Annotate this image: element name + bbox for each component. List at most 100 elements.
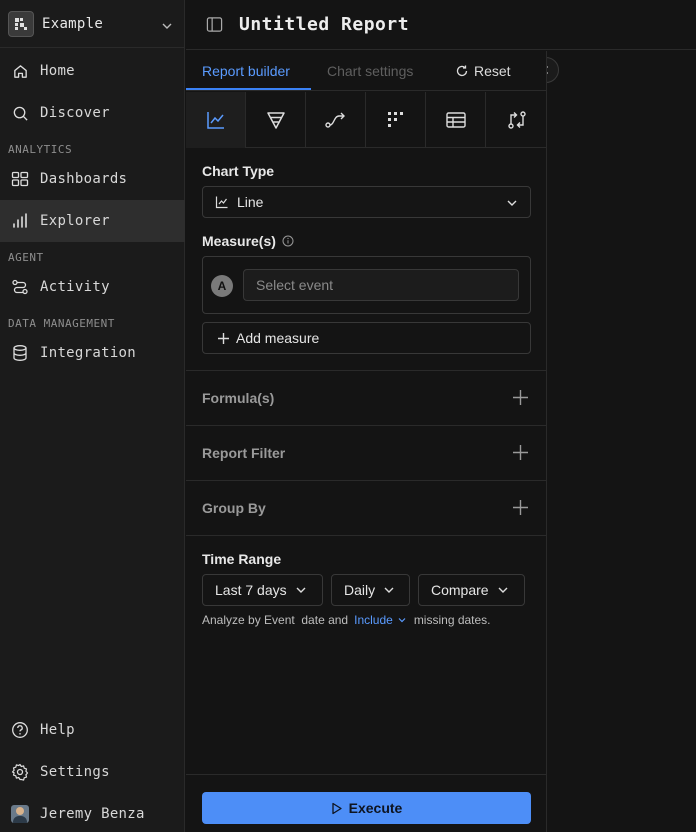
- plus-icon[interactable]: [512, 499, 529, 516]
- granularity-value: Daily: [344, 582, 376, 598]
- sidebar-item-home[interactable]: Home: [0, 50, 185, 92]
- flow-icon: [324, 112, 345, 128]
- chevron-down-icon: [398, 618, 406, 623]
- workspace-name: Example: [42, 15, 104, 32]
- home-icon: [11, 62, 29, 80]
- sidebar-item-label: Dashboards: [40, 171, 128, 187]
- flow-chart-type-button[interactable]: [306, 92, 366, 148]
- line-chart-type-button[interactable]: [186, 92, 246, 148]
- header: Untitled Report: [186, 0, 696, 50]
- execute-button[interactable]: Execute: [202, 792, 531, 824]
- user-name: Jeremy Benza: [40, 806, 145, 822]
- reset-label: Reset: [474, 63, 511, 79]
- search-icon: [11, 104, 29, 122]
- sidebar-item-label: Activity: [40, 279, 110, 295]
- funnel-chart-type-button[interactable]: [246, 92, 306, 148]
- time-range-select[interactable]: Last 7 days: [202, 574, 323, 606]
- formulas-section[interactable]: Formula(s): [186, 370, 547, 425]
- builder-footer: Execute: [186, 774, 547, 832]
- section-heading-data-management: DATA MANAGEMENT: [8, 317, 115, 330]
- tab-report-builder[interactable]: Report builder: [202, 63, 290, 79]
- line-chart-icon: [215, 196, 228, 209]
- sidebar-item-label: Discover: [40, 105, 110, 121]
- sidebar-item-label: Explorer: [40, 213, 110, 229]
- table-chart-type-button[interactable]: [426, 92, 486, 148]
- group-by-section[interactable]: Group By: [186, 480, 547, 535]
- sidebar-item-label: Home: [40, 63, 75, 79]
- include-label: Include: [354, 613, 393, 627]
- sidebar-item-help[interactable]: Help: [0, 709, 185, 751]
- table-icon: [445, 112, 466, 128]
- workspace-logo-icon: [8, 10, 34, 37]
- compare-chart-type-button[interactable]: [486, 92, 547, 148]
- time-range-label: Time Range: [202, 551, 282, 567]
- gear-icon: [11, 763, 29, 781]
- measure-badge: A: [211, 275, 233, 297]
- compare-value: Compare: [431, 582, 489, 598]
- chart-type-select[interactable]: Line: [202, 186, 531, 218]
- sidebar-item-dashboards[interactable]: Dashboards: [0, 158, 185, 200]
- active-tab-indicator: [186, 88, 311, 90]
- sidebar-item-label: Settings: [40, 764, 110, 780]
- report-filter-section[interactable]: Report Filter: [186, 425, 547, 480]
- sidebar-item-activity[interactable]: Activity: [0, 266, 185, 308]
- section-heading-analytics: ANALYTICS: [8, 143, 73, 156]
- measure-row: A: [202, 256, 531, 314]
- granularity-select[interactable]: Daily: [331, 574, 410, 606]
- section-heading-agent: AGENT: [8, 251, 44, 264]
- sidebar-item-discover[interactable]: Discover: [0, 92, 185, 134]
- page-title[interactable]: Untitled Report: [239, 14, 409, 35]
- chart-type-toolbar: [186, 92, 547, 148]
- sidebar-item-integration[interactable]: Integration: [0, 332, 185, 374]
- funnel-icon: [266, 112, 285, 129]
- sidebar-item-settings[interactable]: Settings: [0, 751, 185, 793]
- chevron-down-icon: [296, 587, 306, 593]
- sidebar-item-label: Integration: [40, 345, 137, 361]
- chevron-down-icon: [507, 200, 517, 206]
- formulas-label: Formula(s): [202, 390, 275, 406]
- line-chart-icon: [206, 112, 224, 129]
- report-filter-label: Report Filter: [202, 445, 286, 461]
- grid-dots-icon: [387, 112, 403, 127]
- report-builder-panel: Report builder Chart settings Reset Char…: [186, 51, 547, 832]
- git-compare-icon: [507, 111, 526, 129]
- chart-type-value: Line: [237, 194, 264, 210]
- play-icon: [331, 802, 342, 814]
- sidebar: Example Home Discover ANALYTICS Dashboar…: [0, 0, 185, 832]
- avatar: [11, 805, 29, 823]
- sidebar-toggle-icon[interactable]: [205, 16, 223, 34]
- activity-icon: [11, 278, 29, 296]
- plus-icon[interactable]: [512, 389, 529, 406]
- help-icon: [11, 721, 29, 739]
- bar-chart-icon: [11, 212, 29, 230]
- refresh-icon: [456, 65, 468, 77]
- dashboard-icon: [11, 170, 29, 188]
- sidebar-item-label: Help: [40, 722, 75, 738]
- analyze-prefix: Analyze by Event date and: [202, 613, 349, 627]
- plus-icon[interactable]: [512, 444, 529, 461]
- chevron-down-icon: [498, 587, 508, 593]
- reset-button[interactable]: Reset: [455, 63, 511, 79]
- include-dropdown[interactable]: Include: [354, 613, 407, 627]
- analyze-options: Analyze by Event date and Include missin…: [202, 613, 491, 627]
- plus-icon: [218, 332, 229, 344]
- event-select-input[interactable]: [243, 269, 519, 301]
- workspace-switcher[interactable]: Example: [0, 0, 185, 48]
- group-by-label: Group By: [202, 500, 266, 516]
- add-measure-button[interactable]: Add measure: [202, 322, 531, 354]
- chart-type-label: Chart Type: [202, 163, 275, 179]
- measures-label: Measure(s): [202, 233, 276, 249]
- sidebar-item-explorer[interactable]: Explorer: [0, 200, 185, 242]
- chevron-down-icon: [161, 17, 173, 36]
- tab-chart-settings[interactable]: Chart settings: [327, 63, 413, 79]
- database-icon: [11, 344, 29, 362]
- add-measure-label: Add measure: [236, 330, 320, 346]
- retention-chart-type-button[interactable]: [366, 92, 426, 148]
- info-icon[interactable]: [282, 235, 294, 247]
- divider: [186, 535, 547, 536]
- compare-select[interactable]: Compare: [418, 574, 525, 606]
- user-profile[interactable]: Jeremy Benza: [0, 793, 185, 832]
- execute-label: Execute: [348, 800, 403, 816]
- measures-heading: Measure(s): [202, 233, 294, 249]
- time-range-value: Last 7 days: [215, 582, 287, 598]
